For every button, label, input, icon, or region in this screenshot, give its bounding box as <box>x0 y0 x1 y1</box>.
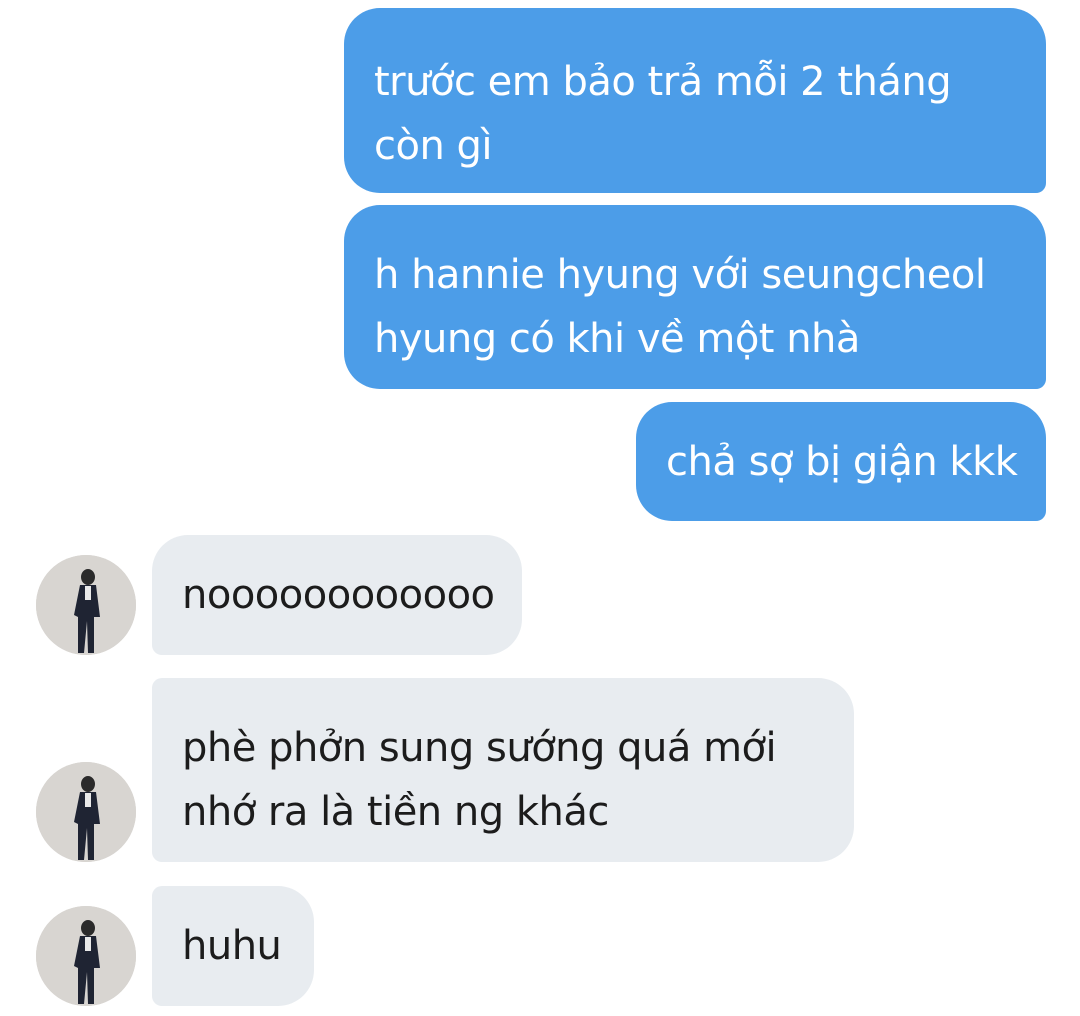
person-in-suit-icon <box>36 762 136 862</box>
person-in-suit-icon <box>36 555 136 655</box>
message-bubble-received[interactable]: noooooooooooo <box>152 535 522 655</box>
contact-avatar[interactable] <box>36 762 136 862</box>
message-bubble-received[interactable]: huhu <box>152 886 314 1006</box>
message-bubble-received[interactable]: phè phởn sung sướng quá mới nhớ ra là ti… <box>152 678 854 862</box>
message-bubble-sent[interactable]: h hannie hyung với seungcheol hyung có k… <box>344 205 1046 389</box>
person-in-suit-icon <box>36 906 136 1006</box>
contact-avatar[interactable] <box>36 906 136 1006</box>
contact-avatar[interactable] <box>36 555 136 655</box>
message-bubble-sent[interactable]: chả sợ bị giận kkk <box>636 402 1046 521</box>
message-bubble-sent[interactable]: trước em bảo trả mỗi 2 tháng còn gì <box>344 8 1046 193</box>
